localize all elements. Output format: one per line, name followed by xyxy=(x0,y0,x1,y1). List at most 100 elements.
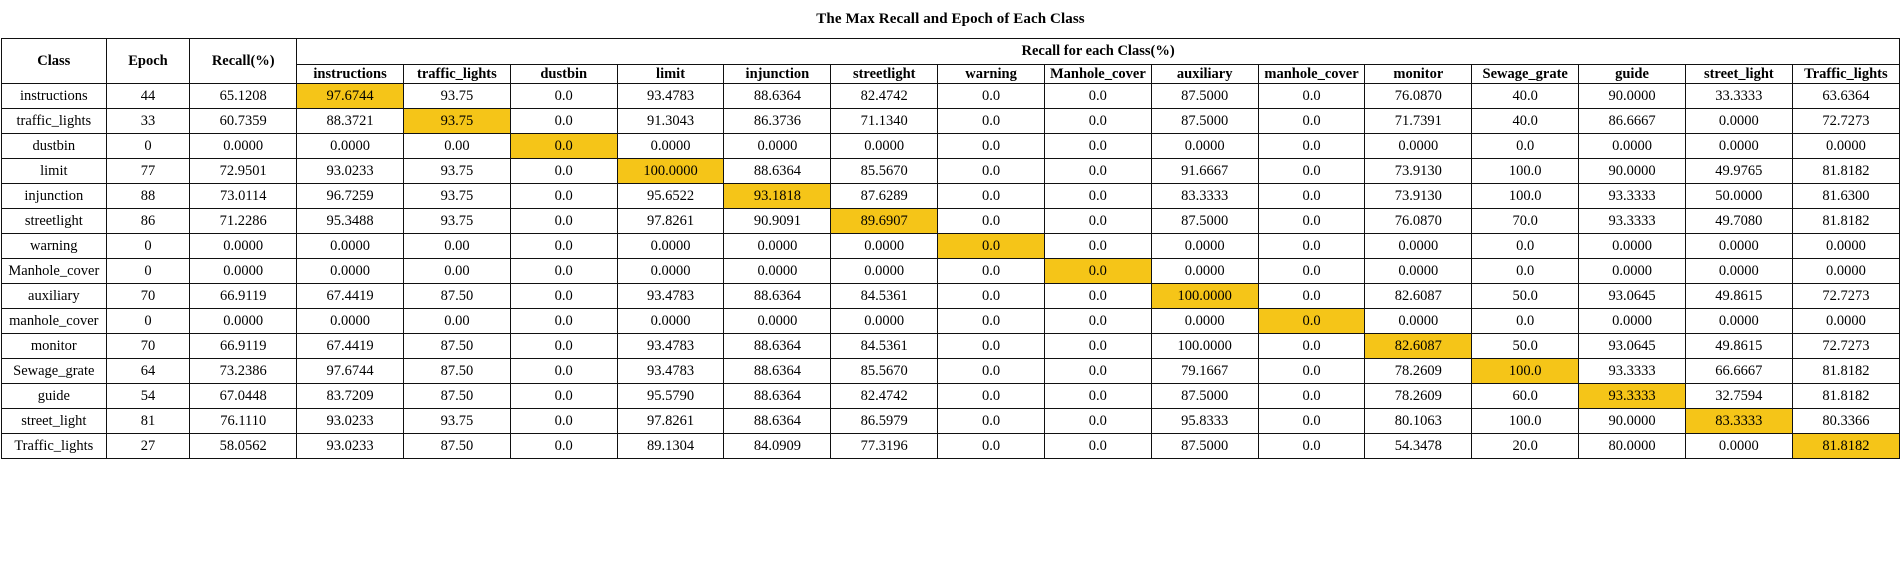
cell-value: 87.50 xyxy=(402,383,511,410)
cell-value: 0.0 xyxy=(1257,408,1366,435)
cell-value: 89.1304 xyxy=(616,433,725,460)
cell-value: 0.0 xyxy=(509,83,618,110)
cell-class: instructions xyxy=(1,83,107,110)
cell-value: 93.4783 xyxy=(616,358,725,385)
cell-value: 0.0000 xyxy=(1150,308,1259,335)
cell-value: 0.0000 xyxy=(1791,308,1901,335)
cell-value: 87.5000 xyxy=(1150,83,1259,110)
cell-value: 93.0645 xyxy=(1578,283,1686,310)
cell-value: 0.0000 xyxy=(1684,433,1793,460)
cell-value: 81.8182 xyxy=(1791,208,1901,235)
header-epoch: Epoch xyxy=(105,37,191,85)
cell-value: 0.0 xyxy=(1471,308,1580,335)
cell-epoch: 44 xyxy=(105,83,191,110)
table-row: Sewage_grate 64 73.2386 97.6744 87.50 0.0 93.4… xyxy=(1,358,1901,385)
cell-value: 85.5670 xyxy=(830,158,939,185)
cell-value: 83.7209 xyxy=(296,383,404,410)
cell-value: 0.0000 xyxy=(1578,258,1686,285)
cell-value: 0.0 xyxy=(1257,158,1366,185)
cell-recall: 71.2286 xyxy=(189,208,298,235)
cell-value-highlighted: 93.1818 xyxy=(723,183,832,210)
cell-value: 0.0000 xyxy=(616,308,725,335)
cell-recall: 0.0000 xyxy=(189,308,298,335)
cell-value: 0.0 xyxy=(1257,333,1366,360)
cell-epoch: 54 xyxy=(105,383,191,410)
cell-value: 73.9130 xyxy=(1364,158,1473,185)
cell-class: Sewage_grate xyxy=(1,358,107,385)
cell-value: 87.50 xyxy=(402,283,511,310)
cell-value: 0.0 xyxy=(509,158,618,185)
cell-value: 0.0000 xyxy=(1791,233,1901,260)
cell-value: 0.0000 xyxy=(1364,233,1473,260)
cell-value: 95.6522 xyxy=(616,183,725,210)
cell-value: 88.6364 xyxy=(723,283,832,310)
cell-value: 82.4742 xyxy=(830,383,939,410)
page-title: The Max Recall and Epoch of Each Class xyxy=(816,11,1085,27)
cell-value: 79.1667 xyxy=(1150,358,1259,385)
header-col-manhole_cover: Manhole_cover xyxy=(1043,63,1152,85)
cell-value: 93.75 xyxy=(402,158,511,185)
cell-value: 0.0 xyxy=(937,208,1045,235)
cell-value: 93.75 xyxy=(402,408,511,435)
table-row: injunction 88 73.0114 96.7259 93.75 0.0 95.652… xyxy=(1,183,1901,210)
cell-value: 0.0 xyxy=(1043,133,1152,160)
cell-value-highlighted: 0.0 xyxy=(1257,308,1366,335)
cell-value: 0.0000 xyxy=(1684,233,1793,260)
cell-value: 85.5670 xyxy=(830,358,939,385)
cell-value-highlighted: 82.6087 xyxy=(1364,333,1473,360)
cell-value: 0.0 xyxy=(1043,158,1152,185)
cell-value: 0.0 xyxy=(1257,283,1366,310)
table-row: instructions 44 65.1208 97.6744 93.75 0.0 93.4… xyxy=(1,83,1901,110)
header-col-guide: guide xyxy=(1578,63,1686,85)
cell-epoch: 27 xyxy=(105,433,191,460)
cell-value: 0.0 xyxy=(937,258,1045,285)
cell-value: 0.0000 xyxy=(616,258,725,285)
cell-value: 0.0000 xyxy=(1578,233,1686,260)
cell-value-highlighted: 97.6744 xyxy=(296,83,404,110)
cell-value: 97.8261 xyxy=(616,208,725,235)
cell-value: 32.7594 xyxy=(1684,383,1793,410)
cell-value: 0.0000 xyxy=(723,258,832,285)
cell-recall: 67.0448 xyxy=(189,383,298,410)
cell-value: 93.0233 xyxy=(296,433,404,460)
table-row: traffic_lights 33 60.7359 88.3721 93.75 0.0 91… xyxy=(1,108,1901,135)
cell-value: 78.2609 xyxy=(1364,358,1473,385)
header-recall: Recall(%) xyxy=(189,37,298,85)
cell-epoch: 0 xyxy=(105,133,191,160)
cell-value: 67.4419 xyxy=(296,283,404,310)
cell-value: 0.0 xyxy=(1471,233,1580,260)
cell-value: 80.0000 xyxy=(1578,433,1686,460)
cell-value: 0.0000 xyxy=(1578,308,1686,335)
header-col-traffic_lights: traffic_lights xyxy=(402,63,511,85)
cell-value: 87.5000 xyxy=(1150,433,1259,460)
cell-value: 0.0 xyxy=(509,308,618,335)
cell-value: 40.0 xyxy=(1471,108,1580,135)
cell-epoch: 86 xyxy=(105,208,191,235)
cell-value: 100.0 xyxy=(1471,158,1580,185)
header-col-instructions: instructions xyxy=(296,63,404,85)
cell-value: 0.0 xyxy=(937,133,1045,160)
header-col-monitor: monitor xyxy=(1364,63,1473,85)
cell-value: 0.0000 xyxy=(296,233,404,260)
table-row: streetlight 86 71.2286 95.3488 93.75 0.0 97.82… xyxy=(1,208,1901,235)
cell-class: injunction xyxy=(1,183,107,210)
cell-value: 93.0645 xyxy=(1578,333,1686,360)
cell-recall: 73.2386 xyxy=(189,358,298,385)
cell-value: 0.0 xyxy=(937,108,1045,135)
cell-value: 0.0 xyxy=(1257,133,1366,160)
cell-value-highlighted: 93.3333 xyxy=(1578,383,1686,410)
cell-value-highlighted: 100.0000 xyxy=(616,158,725,185)
cell-class: auxiliary xyxy=(1,283,107,310)
cell-value: 0.0 xyxy=(1043,333,1152,360)
cell-value: 0.0 xyxy=(1257,433,1366,460)
cell-value: 86.3736 xyxy=(723,108,832,135)
cell-value: 0.0 xyxy=(937,158,1045,185)
cell-value: 0.0000 xyxy=(723,233,832,260)
cell-epoch: 0 xyxy=(105,258,191,285)
cell-value: 100.0 xyxy=(1471,183,1580,210)
cell-value: 93.3333 xyxy=(1578,358,1686,385)
cell-epoch: 64 xyxy=(105,358,191,385)
cell-class: manhole_cover xyxy=(1,308,107,335)
cell-value: 0.0 xyxy=(1043,308,1152,335)
cell-value-highlighted: 0.0 xyxy=(509,133,618,160)
